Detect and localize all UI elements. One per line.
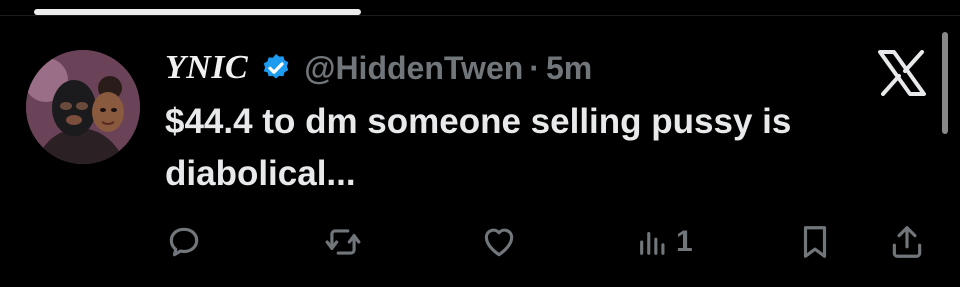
bar-chart-icon — [640, 231, 665, 255]
views-count: 1 — [676, 225, 693, 258]
tweet-text: $44.4 to dm someone selling pussy is dia… — [165, 102, 792, 193]
timestamp[interactable]: 5m — [546, 50, 592, 87]
top-divider — [0, 15, 960, 16]
heart-icon — [484, 228, 514, 257]
scrollbar[interactable] — [942, 32, 948, 134]
reply-icon — [169, 227, 199, 257]
display-name[interactable]: YNIC — [165, 49, 248, 87]
x-logo-icon[interactable] — [876, 49, 928, 97]
views-button[interactable]: 1 — [636, 222, 693, 262]
handle[interactable]: @HiddenTwen — [304, 50, 523, 87]
bookmark-button[interactable] — [796, 222, 834, 262]
like-button[interactable] — [480, 222, 518, 262]
share-button[interactable] — [888, 222, 926, 262]
share-icon — [892, 226, 922, 258]
retweet-icon — [325, 229, 361, 255]
bookmark-icon — [803, 226, 827, 258]
separator-dot: · — [529, 49, 540, 86]
tweet-header: YNIC @HiddenTwen · 5m — [165, 46, 592, 90]
verified-badge-icon — [263, 54, 289, 79]
reply-button[interactable] — [165, 222, 203, 262]
avatar[interactable] — [26, 50, 140, 164]
retweet-button[interactable] — [324, 222, 362, 262]
